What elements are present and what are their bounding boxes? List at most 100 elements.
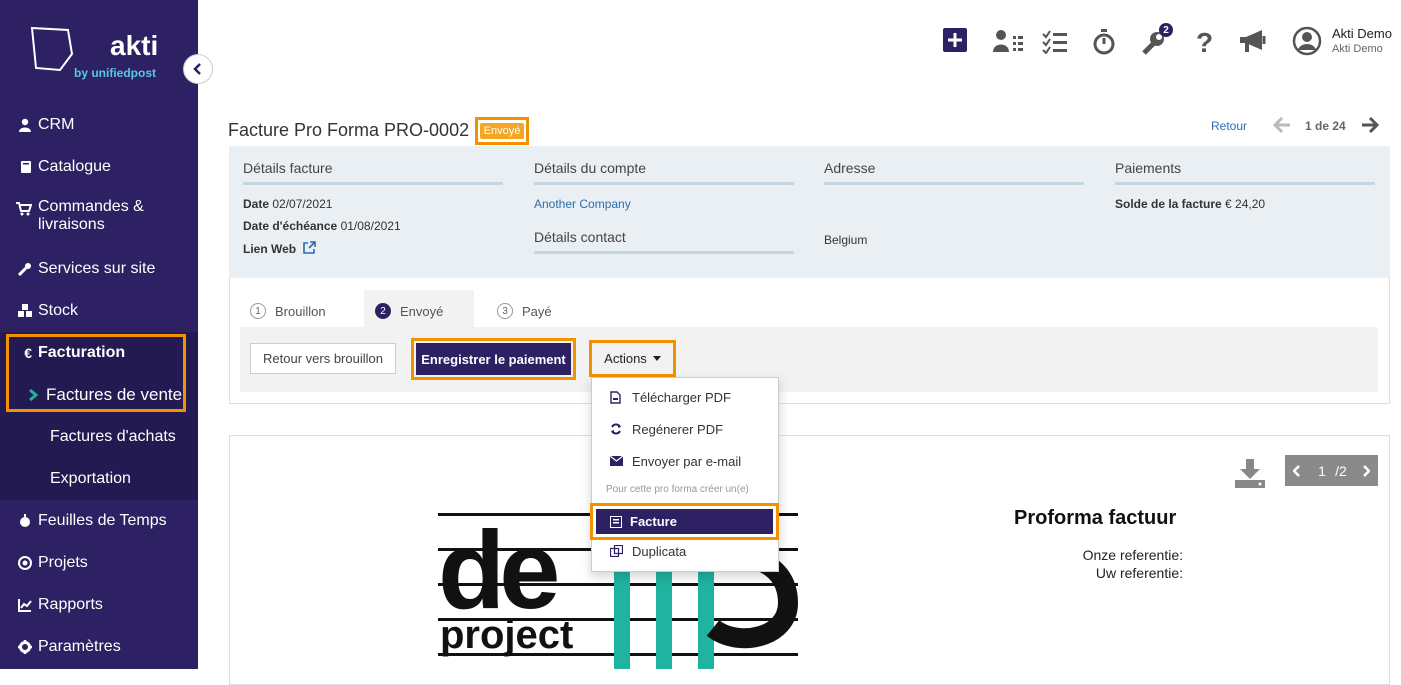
step-paye[interactable]: 3 Payé: [497, 296, 552, 326]
sidebar-item-factures-achats[interactable]: Factures d'achats: [0, 416, 198, 458]
chevron-left-icon[interactable]: [1293, 464, 1301, 477]
company-link[interactable]: Another Company: [534, 197, 794, 211]
page-title: Facture Pro Forma PRO-0002: [228, 120, 470, 140]
plus-icon: [943, 28, 967, 52]
due-date-label: Date d'échéance: [243, 219, 338, 233]
sidebar-item-label: Projets: [38, 554, 88, 571]
sidebar: akti by unifiedpost CRM Catalogue Comman…: [0, 0, 198, 669]
step-label: Payé: [522, 303, 552, 319]
sidebar-item-parametres[interactable]: Paramètres: [0, 626, 198, 668]
actions-label: Actions: [604, 351, 647, 366]
step-number: 2: [375, 303, 391, 319]
highlight-facture: Facture: [590, 503, 779, 540]
stopwatch-icon: [1093, 29, 1115, 55]
invoice-icon: [610, 515, 630, 528]
actions-dropdown-menu: Télécharger PDF Regénerer PDF Envoyer pa…: [590, 377, 779, 572]
timer-button[interactable]: [1092, 28, 1116, 58]
actions-dropdown-button[interactable]: Actions: [589, 340, 676, 377]
sidebar-item-label: Paramètres: [38, 638, 121, 655]
our-reference: Onze referentie:: [1082, 547, 1183, 563]
logo-word-project: project: [440, 613, 573, 657]
akti-logo-icon: [30, 26, 74, 72]
web-link-label: Lien Web: [243, 242, 297, 256]
highlight-facturation: [6, 334, 186, 412]
cart-icon: [0, 198, 38, 216]
menu-item-label: Regénerer PDF: [632, 421, 724, 437]
back-to-draft-button[interactable]: Retour vers brouillon: [250, 343, 396, 374]
sidebar-item-label-line2: livraisons: [38, 216, 105, 233]
step-brouillon[interactable]: 1 Brouillon: [250, 296, 326, 326]
step-envoye[interactable]: 2 Envoyé: [375, 296, 443, 326]
sidebar-item-label: Catalogue: [38, 158, 111, 175]
preview-page-current[interactable]: 1: [1318, 463, 1326, 479]
user-menu[interactable]: [1292, 26, 1322, 56]
book-icon: [0, 160, 38, 174]
register-payment-button[interactable]: Enregistrer le paiement: [416, 343, 571, 375]
user-avatar-icon: [1292, 26, 1322, 56]
sidebar-item-rapports[interactable]: Rapports: [0, 584, 198, 626]
menu-section-header: Pour cette pro forma créer un(e): [606, 484, 749, 495]
sidebar-item-exportation[interactable]: Exportation: [0, 458, 198, 500]
solde-value: € 24,20: [1225, 197, 1266, 211]
your-reference: Uw referentie:: [1095, 565, 1183, 581]
menu-item-send-email[interactable]: Envoyer par e-mail: [592, 447, 778, 475]
menu-item-duplicata[interactable]: Duplicata: [592, 537, 778, 565]
sidebar-item-feuilles-temps[interactable]: Feuilles de Temps: [0, 500, 198, 542]
pdf-file-icon: [610, 390, 632, 404]
copy-icon: [610, 545, 632, 557]
date-value: 02/07/2021: [272, 197, 333, 211]
step-label: Envoyé: [400, 303, 444, 319]
menu-item-regenerate-pdf[interactable]: Regénerer PDF: [592, 415, 778, 443]
sidebar-item-crm[interactable]: CRM: [0, 104, 198, 146]
chevron-right-icon[interactable]: [1362, 464, 1370, 477]
details-facture: Détails facture Date 02/07/2021 Date d'é…: [243, 160, 503, 256]
stopwatch-icon: [0, 514, 38, 528]
back-link[interactable]: Retour: [1211, 119, 1247, 133]
announcements-button[interactable]: [1238, 28, 1268, 58]
sidebar-item-label: Services sur site: [38, 260, 156, 277]
record-pager: 1 de 24: [1305, 119, 1346, 133]
sidebar-item-commandes[interactable]: Commandes & livraisons: [0, 198, 198, 238]
cubes-icon: [0, 304, 38, 318]
external-link-icon[interactable]: [303, 241, 317, 254]
collapse-sidebar-button[interactable]: [183, 54, 213, 84]
arrow-left-icon[interactable]: [1273, 117, 1291, 133]
paiements-heading: Paiements: [1115, 160, 1375, 185]
details-paiements: Paiements Solde de la facture € 24,20: [1115, 160, 1375, 211]
country-value: Belgium: [824, 233, 868, 247]
sidebar-item-catalogue[interactable]: Catalogue: [0, 146, 198, 188]
sidebar-item-stock[interactable]: Stock: [0, 290, 198, 332]
arrow-right-icon[interactable]: [1361, 117, 1379, 133]
sidebar-item-label: Feuilles de Temps: [38, 512, 167, 529]
sidebar-item-label: Commandes &: [38, 198, 144, 215]
details-compte: Détails du compte Another Company Détail…: [534, 160, 794, 254]
step-number: 3: [497, 303, 513, 319]
menu-item-label: Duplicata: [632, 543, 687, 559]
user-icon: [0, 118, 38, 132]
menu-item-facture[interactable]: Facture: [596, 509, 773, 534]
sidebar-item-label: Rapports: [38, 596, 103, 613]
tools-button[interactable]: 2: [1141, 23, 1173, 58]
date-label: Date: [243, 197, 270, 211]
checklist-icon: [1042, 30, 1067, 55]
adresse-heading: Adresse: [824, 160, 1084, 185]
details-facture-heading: Détails facture: [243, 160, 503, 185]
refresh-icon: [610, 423, 632, 435]
invoice-details-panel: Détails facture Date 02/07/2021 Date d'é…: [229, 146, 1390, 278]
user-name[interactable]: Akti Demo: [1332, 26, 1392, 41]
contacts-button[interactable]: [992, 28, 1024, 58]
preview-page-total: /2: [1335, 462, 1347, 479]
menu-item-download-pdf[interactable]: Télécharger PDF: [592, 383, 778, 411]
tasks-button[interactable]: [1042, 28, 1068, 58]
download-icon[interactable]: [1234, 459, 1266, 489]
chevron-left-icon: [193, 63, 201, 75]
sidebar-item-services[interactable]: Services sur site: [0, 248, 198, 290]
add-button[interactable]: [943, 28, 967, 58]
menu-item-label: Télécharger PDF: [632, 389, 731, 405]
help-button[interactable]: ?: [1196, 28, 1213, 58]
sidebar-item-projets[interactable]: Projets: [0, 542, 198, 584]
due-date-value: 01/08/2021: [340, 219, 401, 233]
notification-badge: 2: [1159, 23, 1173, 37]
menu-item-label: Facture: [630, 514, 677, 529]
caret-down-icon: [652, 356, 661, 361]
